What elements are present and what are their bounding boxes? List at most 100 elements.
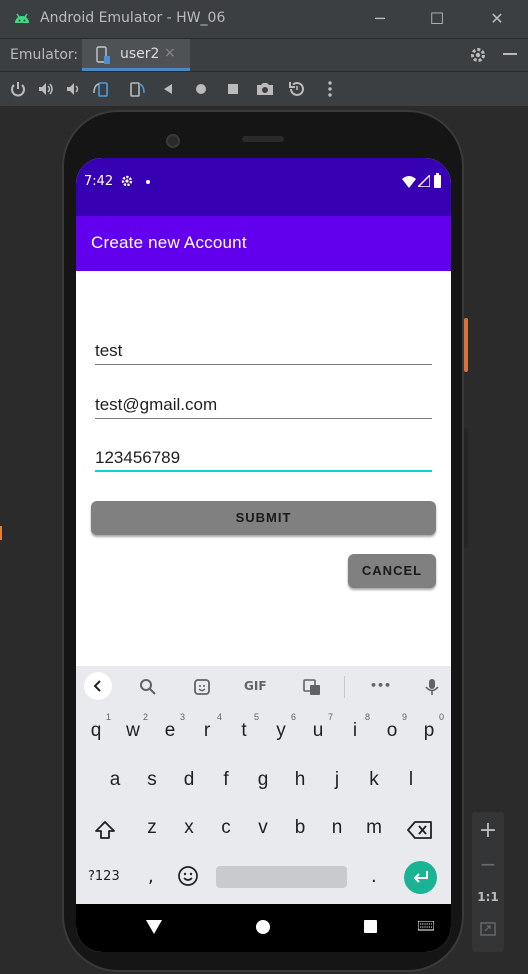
- search-icon[interactable]: [138, 677, 158, 697]
- gif-button[interactable]: GIF: [244, 679, 267, 693]
- nav-back-icon[interactable]: [146, 920, 162, 934]
- left-edge-marker: [0, 526, 2, 540]
- phone-screen: 7:42 Create new Account test test@gmail.…: [76, 158, 451, 952]
- key-g[interactable]: g: [248, 761, 278, 799]
- emoji-icon[interactable]: [177, 865, 199, 887]
- name-field[interactable]: test: [95, 335, 432, 365]
- key-y[interactable]: y6: [266, 712, 296, 750]
- key-l[interactable]: l: [396, 761, 426, 799]
- key-f[interactable]: f: [211, 761, 241, 799]
- password-field[interactable]: 123456789: [95, 442, 432, 472]
- home-icon[interactable]: [191, 79, 211, 99]
- soft-keyboard: GIF ••• q1 w2 e3 r4 t5 y6 u7 i8 o9 p0 a …: [76, 666, 451, 904]
- nav-home-icon[interactable]: [256, 920, 270, 934]
- space-bar[interactable]: [216, 866, 347, 888]
- android-icon: [15, 13, 29, 23]
- enter-key[interactable]: [404, 861, 437, 894]
- rotate-left-icon[interactable]: [92, 79, 112, 99]
- tab-close-icon[interactable]: ×: [164, 45, 176, 61]
- zoom-one-to-one-button[interactable]: 1:1: [472, 890, 504, 904]
- power-icon[interactable]: [8, 79, 28, 99]
- volume-up-icon[interactable]: [36, 79, 56, 99]
- zoom-in-button[interactable]: +: [472, 818, 504, 843]
- more-icon[interactable]: •••: [370, 679, 391, 692]
- wifi-icon: [402, 176, 416, 188]
- settings-notification-icon: [121, 175, 133, 187]
- overview-icon[interactable]: [223, 79, 243, 99]
- window-title: Android Emulator - HW_06: [40, 10, 226, 26]
- tab-user2[interactable]: user2 ×: [82, 39, 190, 71]
- camera-icon[interactable]: [255, 79, 275, 99]
- notification-dot: [146, 180, 150, 184]
- key-o[interactable]: o9: [377, 712, 407, 750]
- key-s[interactable]: s: [137, 761, 167, 799]
- email-field-value: test@gmail.com: [95, 395, 218, 414]
- key-n[interactable]: n: [322, 809, 352, 847]
- key-a[interactable]: a: [100, 761, 130, 799]
- device-icon: [96, 46, 110, 64]
- key-r[interactable]: r4: [192, 712, 222, 750]
- backspace-icon[interactable]: [407, 821, 433, 839]
- key-k[interactable]: k: [359, 761, 389, 799]
- emulator-toolbar: [0, 72, 528, 106]
- key-z[interactable]: z: [137, 809, 167, 847]
- settings-gear-icon[interactable]: [468, 45, 488, 65]
- key-c[interactable]: c: [211, 809, 241, 847]
- window-titlebar: Android Emulator - HW_06 ─ ☐ ✕: [0, 0, 528, 38]
- email-field[interactable]: test@gmail.com: [95, 389, 432, 419]
- key-p[interactable]: p0: [414, 712, 444, 750]
- shift-icon[interactable]: [94, 819, 116, 841]
- maximize-window-button[interactable]: ☐: [426, 8, 448, 30]
- key-x[interactable]: x: [174, 809, 204, 847]
- snapshot-icon[interactable]: [287, 79, 307, 99]
- earpiece-speaker: [242, 136, 284, 142]
- submit-button[interactable]: SUBMIT: [91, 501, 436, 535]
- password-field-value: 123456789: [95, 448, 181, 467]
- key-w[interactable]: w2: [118, 712, 148, 750]
- key-h[interactable]: h: [285, 761, 315, 799]
- enter-arrow-icon: [413, 871, 428, 883]
- key-m[interactable]: m: [359, 809, 389, 847]
- nav-recents-icon[interactable]: [364, 920, 377, 933]
- chevron-left-icon: [93, 680, 101, 692]
- key-j[interactable]: j: [322, 761, 352, 799]
- back-icon[interactable]: [158, 79, 178, 99]
- key-v[interactable]: v: [248, 809, 278, 847]
- comma-key[interactable]: ,: [148, 866, 154, 887]
- symbols-key[interactable]: ?123: [88, 869, 120, 884]
- fit-screen-icon[interactable]: [480, 922, 496, 936]
- volume-side-button[interactable]: [464, 428, 468, 548]
- minimize-window-button[interactable]: ─: [369, 8, 391, 30]
- zoom-panel: + − 1:1: [472, 812, 504, 952]
- key-i[interactable]: i8: [340, 712, 370, 750]
- keyboard-switch-icon[interactable]: [418, 921, 434, 933]
- zoom-out-button[interactable]: −: [472, 852, 504, 876]
- keyboard-toolbar: GIF •••: [76, 666, 451, 708]
- keyboard-collapse-button[interactable]: [84, 672, 112, 700]
- key-d[interactable]: d: [174, 761, 204, 799]
- microphone-icon[interactable]: [422, 677, 442, 697]
- app-bar: Create new Account: [76, 216, 451, 271]
- cancel-button[interactable]: CANCEL: [348, 554, 436, 588]
- translate-icon[interactable]: [302, 677, 322, 697]
- key-u[interactable]: u7: [303, 712, 333, 750]
- hide-panel-button[interactable]: [503, 53, 517, 55]
- system-nav-bar: [76, 904, 451, 952]
- period-key[interactable]: .: [371, 866, 377, 887]
- status-time: 7:42: [84, 174, 114, 189]
- battery-icon: [434, 173, 441, 188]
- key-b[interactable]: b: [285, 809, 315, 847]
- name-field-value: test: [95, 341, 123, 360]
- status-bar: 7:42: [76, 158, 451, 216]
- key-e[interactable]: e3: [155, 712, 185, 750]
- more-options-icon[interactable]: [320, 79, 340, 99]
- power-side-button[interactable]: [464, 318, 468, 372]
- key-t[interactable]: t5: [229, 712, 259, 750]
- key-q[interactable]: q1: [81, 712, 111, 750]
- close-window-button[interactable]: ✕: [486, 8, 508, 30]
- volume-down-icon[interactable]: [63, 79, 83, 99]
- signal-icon: [418, 175, 430, 187]
- rotate-right-icon[interactable]: [126, 79, 146, 99]
- page-title: Create new Account: [91, 233, 247, 252]
- sticker-icon[interactable]: [192, 677, 212, 697]
